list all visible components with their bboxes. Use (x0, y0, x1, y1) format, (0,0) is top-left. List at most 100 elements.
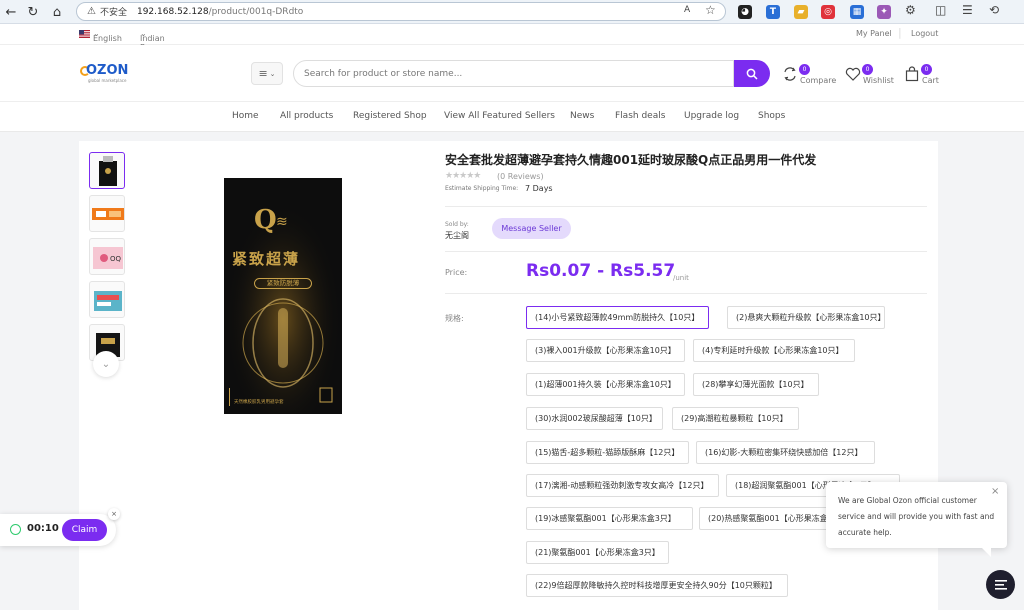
chat-close-icon[interactable]: × (991, 487, 999, 497)
seller-name[interactable]: 无尘阁 (445, 230, 469, 241)
cart-count-badge: 0 (921, 64, 932, 75)
timer-countdown: 00:10 (27, 523, 59, 534)
divider (445, 293, 927, 294)
favorite-star-icon[interactable]: ☆ (705, 3, 716, 17)
spec-option[interactable]: (29)高潮粒粒暴颗粒【10只】 (672, 407, 799, 430)
site-header: OZON global marketplace ≡⌄ 0 Compare 0 W… (0, 45, 1024, 102)
history-icon[interactable]: ⟲ (989, 3, 999, 17)
refresh-icon[interactable]: ↻ (24, 3, 42, 21)
us-flag-icon (79, 29, 90, 38)
product-thumbnail[interactable] (89, 195, 125, 232)
language-select[interactable]: English ⌄ (93, 29, 122, 43)
address-bar[interactable]: ⚠ 不安全 192.168.52.128/product/001q-DRdto (76, 2, 726, 21)
url-path: /product/001q-DRdto (208, 6, 304, 17)
split-screen-icon[interactable]: ◫ (935, 3, 946, 17)
svg-text:≋: ≋ (276, 214, 288, 230)
image-headline: 紧致超薄 (232, 250, 301, 268)
target-icon[interactable]: ◎ (821, 5, 835, 19)
chat-popup: We are Global Ozon official customer ser… (826, 482, 1007, 548)
product-thumbnail[interactable]: OQ (89, 238, 125, 275)
spec-option[interactable]: (17)漓湘-动感颗粒强劲刺激专攻女高冷【12只】 (526, 474, 719, 497)
product-thumbnail[interactable] (89, 281, 125, 318)
image-footer-text: 天然橡胶胶乳男用避孕套 (234, 400, 284, 405)
shopping-bag-icon (905, 66, 919, 82)
shipping-value: 7 Days (525, 184, 553, 193)
compare-label: Compare (800, 76, 837, 85)
heart-icon (845, 67, 861, 81)
message-seller-button[interactable]: Message Seller (492, 218, 571, 239)
product-card: OQ ⌄ Q ≋ 紧致超薄 紧致防脱薄 天然橡胶胶乳男用避孕套 安全套批发超薄避… (79, 141, 938, 610)
warning-icon: ⚠ (87, 6, 96, 17)
reviews-count[interactable]: (0 Reviews) (497, 172, 544, 181)
spec-option[interactable]: (15)猫舌-超多颗粒-猫舔版酥麻【12只】 (526, 441, 689, 464)
price-label: Price: (445, 268, 468, 277)
svg-text:Q: Q (254, 205, 277, 235)
ozon-logo[interactable]: OZON global marketplace (80, 63, 135, 87)
currency-select[interactable]: Indian Rupee Rs ⌄ (140, 29, 165, 61)
chat-message: We are Global Ozon official customer ser… (838, 496, 995, 537)
main-nav: Home All products Registered Shop View A… (0, 102, 1024, 132)
spec-option[interactable]: (1)超薄001持久装【心形果冻盒10只】 (526, 373, 685, 396)
chat-open-button[interactable] (986, 570, 1015, 599)
chevron-down-icon: ⌄ (269, 69, 276, 78)
spec-option[interactable]: (21)聚氨酯001【心形果冻盒3只】 (526, 541, 669, 564)
colorful-icon[interactable]: ✦ (877, 5, 891, 19)
insecure-label: 不安全 (99, 8, 127, 18)
nav-all-products[interactable]: All products (280, 111, 333, 121)
spec-option[interactable]: (2)悬爽大颗粒升级款【心形果冻盒10只】 (727, 306, 885, 329)
nav-shops[interactable]: Shops (758, 111, 785, 121)
spec-option[interactable]: (30)水润002玻尿酸超薄【10只】 (526, 407, 663, 430)
hamburger-icon: ≡ (258, 67, 268, 80)
nav-flash-deals[interactable]: Flash deals (615, 111, 665, 121)
price-range: Rs0.07 - Rs5.57 (526, 261, 676, 281)
compare-count-badge: 0 (799, 64, 810, 75)
extensions-icon[interactable]: ⚙ (905, 3, 916, 17)
compare-widget[interactable]: 0 Compare (782, 64, 837, 88)
nav-registered-shop[interactable]: Registered Shop (353, 111, 427, 121)
chevron-down-icon: ⌄ (101, 358, 111, 370)
panda-icon[interactable]: ◕ (738, 5, 752, 19)
chat-tail (981, 547, 991, 557)
topbar: English ⌄ Indian Rupee Rs ⌄ My Panel | L… (0, 24, 1024, 61)
nav-home[interactable]: Home (232, 111, 259, 121)
product-main-image[interactable]: Q ≋ 紧致超薄 紧致防脱薄 天然橡胶胶乳男用避孕套 (224, 178, 342, 414)
read-aloud-icon[interactable]: A (684, 5, 690, 15)
thumbnail-scroll-down-button[interactable]: ⌄ (93, 351, 119, 377)
search-input[interactable] (293, 60, 734, 87)
nav-news[interactable]: News (570, 111, 594, 121)
logout-link[interactable]: Logout (911, 29, 938, 38)
nav-upgrade-log[interactable]: Upgrade log (684, 111, 739, 121)
compare-icon (784, 67, 796, 81)
claim-button[interactable]: Claim (62, 519, 107, 541)
spec-option[interactable]: (28)攀享幻薄光面款【10只】 (693, 373, 819, 396)
my-panel-link[interactable]: My Panel (856, 29, 892, 38)
cart-label: Cart (922, 76, 939, 85)
translate-icon[interactable]: T (766, 5, 780, 19)
grid-icon[interactable]: ▦ (850, 5, 864, 19)
cart-widget[interactable]: 0 Cart (904, 64, 944, 88)
claim-timer-widget: 00:10 Claim (0, 514, 116, 546)
spec-option[interactable]: (4)专利延时升级款【心形果冻盒10只】 (693, 339, 855, 362)
back-icon[interactable]: ← (2, 3, 20, 21)
spec-option[interactable]: (22)9倍超厚款降敏持久控时科技增厚更安全持久90分【10只颗粒】 (526, 574, 788, 597)
nav-featured-sellers[interactable]: View All Featured Sellers (444, 111, 555, 121)
product-title: 安全套批发超薄避孕套持久情趣001延时玻尿酸Q点正品男用一件代发 (445, 153, 817, 167)
shipping-label: Estimate Shipping Time: (445, 185, 519, 192)
spec-option[interactable]: (3)裸入001升级款【心形果冻盒10只】 (526, 339, 685, 362)
search-button[interactable] (734, 60, 770, 87)
folder-icon[interactable]: ▰ (794, 5, 808, 19)
price-unit: /unit (673, 274, 689, 282)
category-menu-button[interactable]: ≡ ⌄ (251, 62, 283, 85)
svg-text:OQ: OQ (110, 255, 122, 263)
timer-close-icon[interactable]: × (108, 508, 120, 520)
spec-option[interactable]: (14)小号紧致超薄款49mm防脱持久【10只】 (526, 306, 709, 329)
spec-option[interactable]: (19)冰感聚氨酯001【心形果冻盒3只】 (526, 507, 693, 530)
home-icon[interactable]: ⌂ (48, 3, 66, 21)
favorites-icon[interactable]: ☰ (962, 3, 973, 17)
product-thumbnail[interactable] (89, 152, 125, 189)
search-icon (746, 68, 758, 80)
wishlist-widget[interactable]: 0 Wishlist (845, 64, 895, 88)
divider (445, 251, 927, 252)
spec-option[interactable]: (16)幻影-大颗粒密集环绕快感加倍【12只】 (696, 441, 875, 464)
image-subline: 紧致防脱薄 (254, 278, 312, 289)
